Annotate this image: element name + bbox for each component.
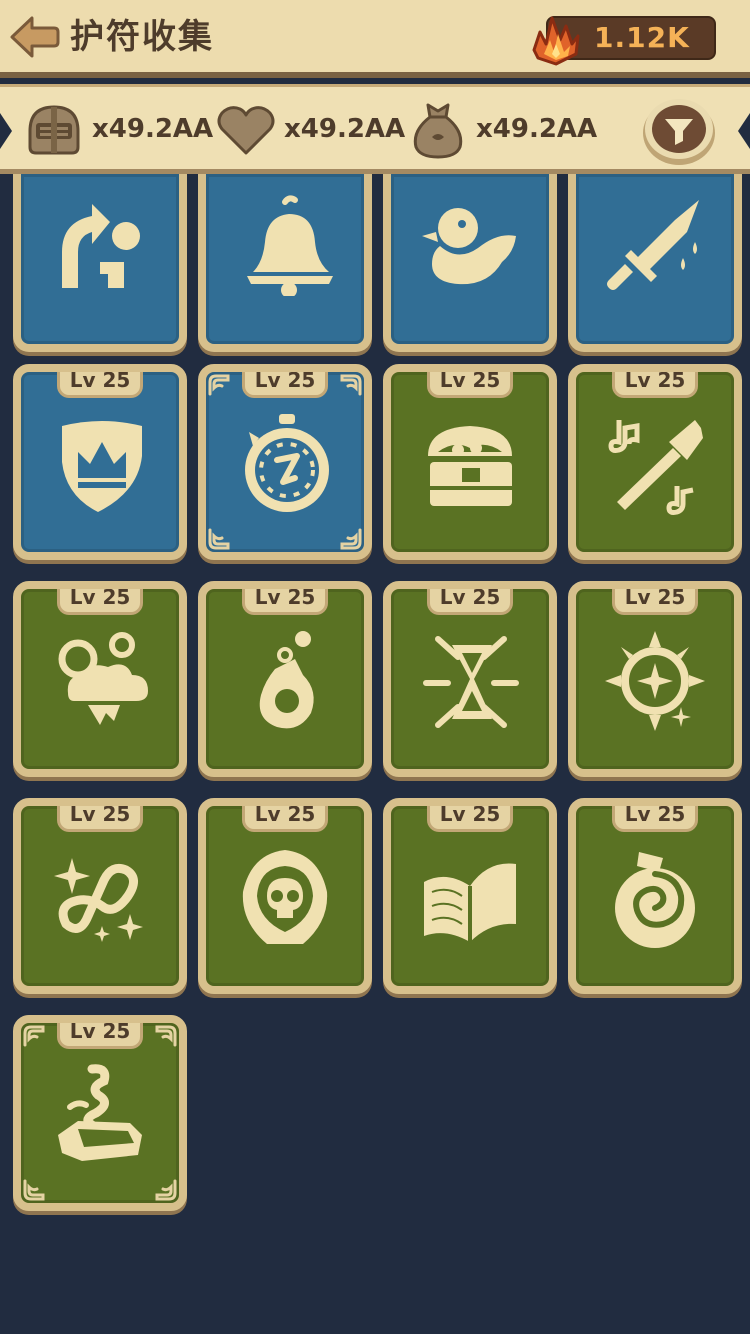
gem-counter[interactable]: 1.12K: [532, 16, 716, 66]
heart-icon: [217, 106, 275, 155]
talisman-card[interactable]: Lv 25: [13, 364, 187, 560]
card-level-label: Lv 25: [427, 372, 513, 398]
filter-funnel-icon: [643, 99, 715, 165]
card-level-label: Lv 25: [612, 806, 698, 832]
corner-ornament: [208, 374, 230, 396]
card-level-label: Lv 25: [57, 806, 143, 832]
banner-notch-right: [738, 113, 750, 149]
card-level-label: Lv 25: [427, 806, 513, 832]
back-arrow-icon: [10, 16, 60, 58]
talisman-card[interactable]: Lv 25: [198, 581, 372, 777]
corner-ornament: [155, 1179, 177, 1201]
infinity-sparkle-icon: [48, 846, 152, 950]
talisman-card[interactable]: Lv 25: [383, 581, 557, 777]
talisman-card[interactable]: Lv 25: [383, 364, 557, 560]
talisman-card[interactable]: Lv 25: [568, 581, 742, 777]
heart-count: x49.2AA: [284, 114, 406, 144]
banner-notch-left: [0, 113, 12, 149]
corner-ornament: [208, 528, 230, 550]
card-level-label: Lv 25: [427, 589, 513, 615]
knight-helmet-icon: [28, 105, 80, 155]
swirl-potion-icon: [603, 846, 707, 950]
top-bar: 护符收集 1.12K: [0, 0, 750, 78]
card-level-label: Lv 25: [57, 372, 143, 398]
bag-count: x49.2AA: [476, 114, 598, 144]
bleeding-dagger-icon: [603, 192, 707, 296]
open-book-icon: [418, 846, 522, 950]
helmet-count: x49.2AA: [92, 114, 214, 144]
talisman-card[interactable]: [198, 174, 372, 352]
gem-value: 1.12K: [594, 21, 690, 54]
card-level-label: Lv 25: [57, 1023, 143, 1049]
talisman-card[interactable]: [568, 174, 742, 352]
rubber-duck-icon: [418, 192, 522, 296]
smoking-stone-icon: [48, 1063, 152, 1167]
talisman-card[interactable]: Lv 25: [13, 1015, 187, 1211]
corner-ornament: [23, 1179, 45, 1201]
resource-bar: x49.2AA x49.2AA x49.2AA: [0, 84, 750, 174]
card-level-label: Lv 25: [612, 589, 698, 615]
falling-meteor-icon: [233, 629, 337, 733]
talisman-card[interactable]: [13, 174, 187, 352]
treasure-chest-icon: [418, 412, 522, 516]
back-button[interactable]: [8, 14, 60, 60]
curved-arrow-ball-icon: [48, 192, 152, 296]
stopwatch-icon: [233, 412, 337, 516]
talisman-card[interactable]: Lv 25: [13, 581, 187, 777]
card-level-label: Lv 25: [57, 589, 143, 615]
card-level-label: Lv 25: [242, 372, 328, 398]
hooded-skull-icon: [233, 846, 337, 950]
talisman-card[interactable]: Lv 25: [568, 798, 742, 994]
corner-ornament: [340, 374, 362, 396]
talisman-card[interactable]: Lv 25: [383, 798, 557, 994]
card-level-label: Lv 25: [242, 589, 328, 615]
corner-ornament: [155, 1025, 177, 1047]
talisman-card[interactable]: [383, 174, 557, 352]
talisman-card[interactable]: Lv 25: [198, 798, 372, 994]
talisman-card[interactable]: Lv 25: [568, 364, 742, 560]
storm-cloud-icon: [48, 629, 152, 733]
sun-star-icon: [603, 629, 707, 733]
music-horn-icon: [603, 412, 707, 516]
money-bag-icon: [413, 103, 463, 159]
filter-button[interactable]: [640, 93, 718, 167]
page-title: 护符收集: [70, 17, 214, 57]
talisman-card[interactable]: Lv 25: [198, 364, 372, 560]
crown-shield-icon: [48, 412, 152, 516]
corner-ornament: [340, 528, 362, 550]
shattered-hourglass-icon: [418, 629, 522, 733]
talisman-card[interactable]: Lv 25: [13, 798, 187, 994]
talisman-grid: Lv 25 Lv 25 Lv 25 Lv 25 Lv 25 Lv 25 Lv 25 Lv 25…: [0, 174, 750, 1334]
card-level-label: Lv 25: [242, 806, 328, 832]
bell-icon: [233, 192, 337, 298]
card-level-label: Lv 25: [612, 372, 698, 398]
crystal-icon: [532, 16, 580, 66]
corner-ornament: [23, 1025, 45, 1047]
